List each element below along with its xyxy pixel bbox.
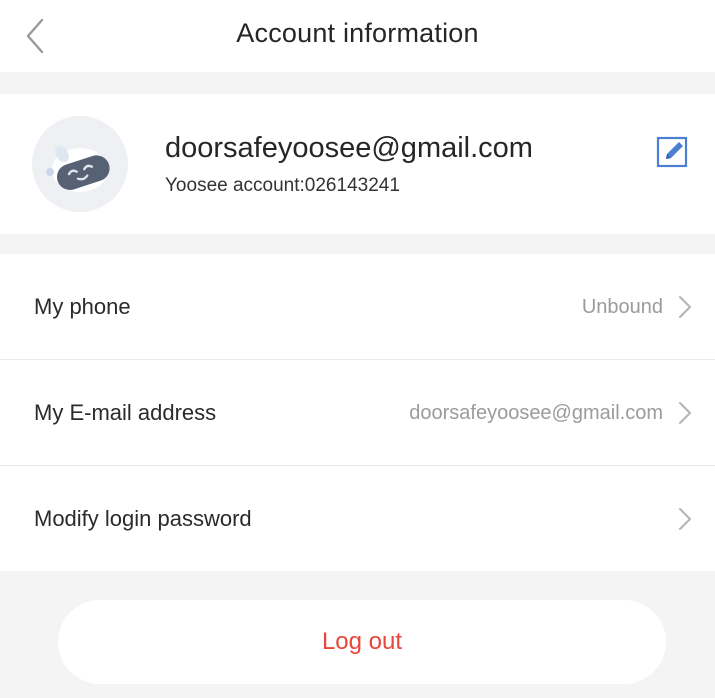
settings-item-my-phone[interactable]: My phone Unbound: [0, 254, 715, 359]
settings-item-value: doorsafeyoosee@gmail.com: [409, 402, 663, 424]
robot-avatar-icon: [32, 116, 128, 212]
settings-item-label: Modify login password: [34, 506, 252, 531]
profile-card[interactable]: doorsafeyoosee@gmail.com Yoosee account:…: [0, 94, 715, 234]
header: Account information: [0, 0, 715, 72]
edit-profile-button[interactable]: [656, 134, 690, 168]
settings-list: My phone Unbound My E-mail address doors…: [0, 254, 715, 571]
chevron-right-icon: [679, 402, 691, 424]
account-information-screen: Account information doorsafeyoosee@gmail…: [0, 0, 715, 698]
settings-item-value: Unbound: [581, 296, 663, 318]
logout-button[interactable]: Log out: [58, 600, 666, 684]
settings-item-modify-password[interactable]: Modify login password: [0, 465, 715, 571]
settings-item-label: My phone: [34, 294, 131, 319]
chevron-right-icon: [679, 296, 691, 318]
profile-email: doorsafeyoosee@gmail.com: [165, 132, 533, 164]
settings-item-label: My E-mail address: [34, 400, 217, 425]
profile-account-id: Yoosee account:026143241: [165, 175, 400, 196]
avatar[interactable]: [32, 116, 128, 212]
settings-item-my-email[interactable]: My E-mail address doorsafeyoosee@gmail.c…: [0, 359, 715, 465]
edit-pencil-icon: [656, 136, 688, 168]
page-title: Account information: [236, 18, 479, 48]
chevron-right-icon: [679, 508, 691, 530]
